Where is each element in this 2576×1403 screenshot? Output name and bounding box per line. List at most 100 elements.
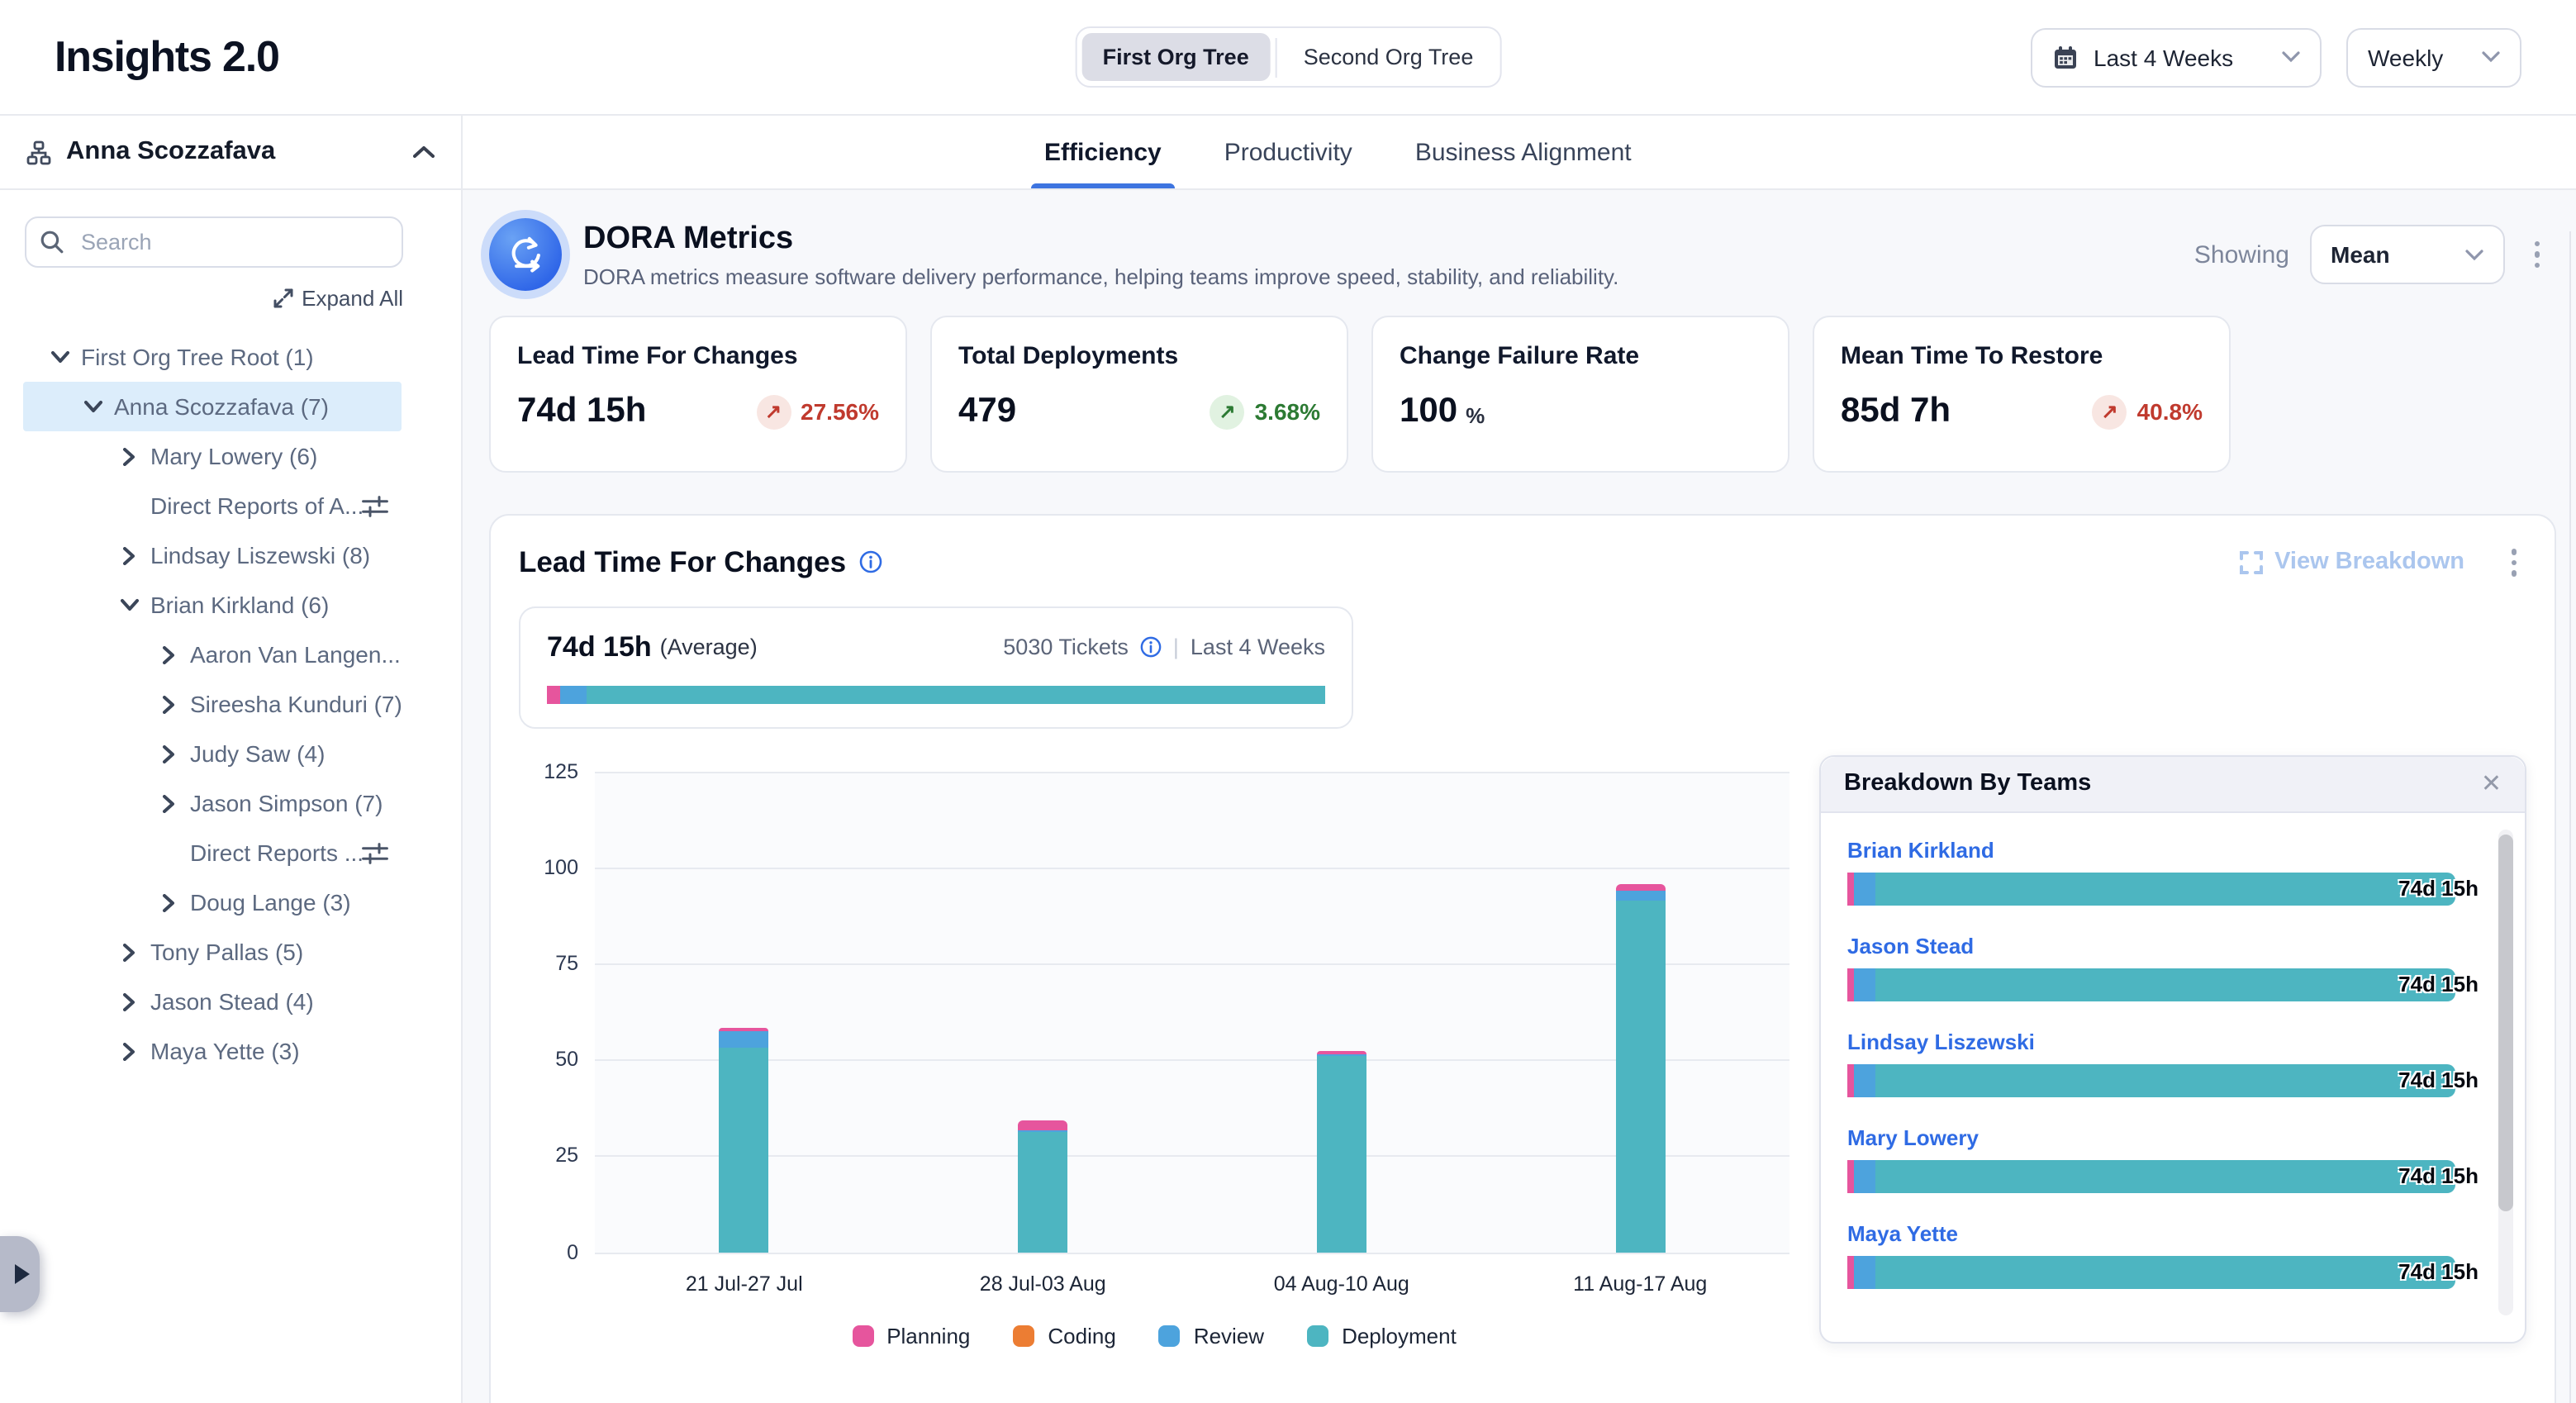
- tree-item[interactable]: First Org Tree Root (1): [0, 332, 402, 382]
- chevron-icon[interactable]: [155, 893, 182, 911]
- trend-arrow-icon: ↗: [2093, 394, 2127, 429]
- tree-item-label: Brian Kirkland (6): [150, 592, 329, 618]
- search-input[interactable]: [25, 216, 403, 268]
- trend-arrow-icon: ↗: [1210, 394, 1245, 429]
- close-icon[interactable]: ✕: [2481, 771, 2502, 796]
- team-name-link[interactable]: Lindsay Liszewski: [1847, 1029, 2035, 1053]
- view-breakdown-button[interactable]: View Breakdown: [2238, 549, 2464, 576]
- chevron-icon[interactable]: [116, 992, 142, 1011]
- section-header: Lead Time For Changes View Breakdown: [519, 542, 2526, 583]
- tree-item-label: Mary Lowery (6): [150, 443, 317, 469]
- tab-productivity[interactable]: Productivity: [1224, 116, 1352, 188]
- trend-delta: 40.8%: [2137, 398, 2203, 425]
- chevron-icon[interactable]: [116, 447, 142, 465]
- chevron-icon[interactable]: [155, 695, 182, 713]
- toggle-second-org-tree[interactable]: Second Org Tree: [1282, 33, 1495, 81]
- chart-bar[interactable]: [1317, 1051, 1366, 1252]
- sidebar-collapse-chevron[interactable]: [413, 145, 435, 159]
- tree-item-label: Lindsay Liszewski (8): [150, 542, 370, 568]
- org-tree: First Org Tree Root (1) Anna Scozzafava …: [0, 332, 461, 1076]
- breakdown-by-teams-panel: Breakdown By Teams ✕ Brian Kirkland 74d …: [1819, 754, 2526, 1343]
- section-kebab-menu[interactable]: [2501, 542, 2526, 583]
- tab-efficiency[interactable]: Efficiency: [1044, 116, 1162, 188]
- chevron-icon[interactable]: [155, 794, 182, 812]
- legend-label: Deployment: [1342, 1323, 1457, 1348]
- main-content: DORA Metrics DORA metrics measure softwa…: [463, 190, 2576, 1403]
- x-axis-tick-label: 04 Aug-10 Aug: [1274, 1272, 1409, 1295]
- info-icon[interactable]: [859, 551, 882, 574]
- team-name-link[interactable]: Brian Kirkland: [1847, 837, 1994, 862]
- chevron-icon[interactable]: [116, 1042, 142, 1060]
- showing-select[interactable]: Mean: [2309, 225, 2504, 284]
- topbar-controls: Last 4 Weeks Weekly: [2031, 27, 2521, 87]
- review-segment: [1854, 872, 1875, 905]
- team-value: 74d 15h: [2398, 1159, 2479, 1192]
- tree-item[interactable]: Doug Lange (3): [0, 877, 402, 927]
- lead-time-chart: 0255075100125 21 Jul-27 Jul28 Jul-03 Aug…: [519, 754, 1789, 1348]
- tree-item[interactable]: Brian Kirkland (6): [0, 580, 402, 630]
- chart-legend: Planning Coding Review Deployment: [519, 1323, 1789, 1348]
- sidebar-resize-handle[interactable]: [0, 1236, 40, 1312]
- expand-all-icon: [272, 288, 293, 309]
- tree-item[interactable]: Jason Simpson (7): [0, 778, 402, 828]
- team-name-link[interactable]: Jason Stead: [1847, 933, 1974, 958]
- date-range-select[interactable]: Last 4 Weeks: [2031, 27, 2322, 87]
- metric-card-unit: %: [1466, 402, 1485, 427]
- tree-item[interactable]: Direct Reports of A...: [0, 481, 402, 530]
- info-icon[interactable]: [1140, 636, 1162, 658]
- tree-item[interactable]: Sireesha Kunduri (7): [0, 679, 402, 729]
- tree-item-label: Tony Pallas (5): [150, 939, 303, 965]
- planning-segment: [1847, 1063, 1854, 1096]
- chart-bar[interactable]: [1018, 1121, 1067, 1252]
- x-axis-tick-label: 28 Jul-03 Aug: [980, 1272, 1106, 1295]
- metric-card: Mean Time To Restore 85d 7h ↗ 40.8%: [1813, 316, 2231, 473]
- tab-business-alignment[interactable]: Business Alignment: [1415, 116, 1632, 188]
- expand-all-button[interactable]: Expand All: [25, 286, 403, 311]
- legend-label: Review: [1194, 1323, 1264, 1348]
- chart-bar[interactable]: [720, 1028, 769, 1252]
- chart-bar[interactable]: [1615, 883, 1665, 1252]
- dora-kebab-menu[interactable]: [2524, 235, 2550, 275]
- y-axis-tick-label: 25: [519, 1144, 578, 1168]
- tree-item[interactable]: Judy Saw (4): [0, 729, 402, 778]
- team-name-link[interactable]: Mary Lowery: [1847, 1125, 1979, 1149]
- tree-item[interactable]: Direct Reports ...: [0, 828, 402, 877]
- trend-delta: 3.68%: [1255, 398, 1320, 425]
- tree-item[interactable]: Jason Stead (4): [0, 977, 402, 1026]
- tree-item[interactable]: Maya Yette (3): [0, 1026, 402, 1076]
- legend-label: Planning: [886, 1323, 970, 1348]
- chevron-icon[interactable]: [79, 400, 106, 413]
- dora-description: DORA metrics measure software delivery p…: [583, 264, 1618, 288]
- chevron-icon[interactable]: [46, 350, 73, 364]
- main-area: Efficiency Productivity Business Alignment…: [463, 116, 2576, 1403]
- expand-view-icon: [2238, 550, 2263, 575]
- toggle-first-org-tree[interactable]: First Org Tree: [1081, 33, 1271, 81]
- metric-cards-row: Lead Time For Changes 74d 15h ↗ 27.56% T…: [489, 316, 2556, 473]
- tree-item[interactable]: Mary Lowery (6): [0, 431, 402, 481]
- team-row: Maya Yette 74d 15h: [1847, 1219, 2479, 1288]
- arrow-right-icon: [15, 1264, 30, 1284]
- filter-settings-icon[interactable]: [362, 495, 402, 516]
- metric-card: Change Failure Rate 100 %: [1371, 316, 1789, 473]
- chevron-icon[interactable]: [155, 744, 182, 763]
- dora-title: DORA Metrics: [583, 221, 1618, 257]
- tree-item[interactable]: Aaron Van Langen...: [0, 630, 402, 679]
- team-name-link[interactable]: Maya Yette: [1847, 1220, 1958, 1245]
- legend-swatch: [1307, 1325, 1328, 1346]
- chevron-icon[interactable]: [116, 943, 142, 961]
- panel-scrollbar-thumb[interactable]: [2498, 834, 2513, 1210]
- team-stacked-bar: [1847, 1063, 2455, 1096]
- chevron-icon[interactable]: [155, 645, 182, 663]
- tree-item[interactable]: Lindsay Liszewski (8): [0, 530, 402, 580]
- granularity-select[interactable]: Weekly: [2346, 27, 2521, 87]
- tree-item[interactable]: Anna Scozzafava (7): [23, 382, 402, 431]
- legend-item: Planning: [852, 1323, 970, 1348]
- tree-item[interactable]: Tony Pallas (5): [0, 927, 402, 977]
- review-segment: [1854, 1159, 1875, 1192]
- y-axis-tick-label: 50: [519, 1048, 578, 1071]
- tree-item-label: Doug Lange (3): [190, 889, 351, 916]
- chevron-icon[interactable]: [116, 546, 142, 564]
- chevron-icon[interactable]: [116, 598, 142, 611]
- filter-settings-icon[interactable]: [362, 842, 402, 863]
- metric-card-value: 74d 15h: [517, 392, 646, 431]
